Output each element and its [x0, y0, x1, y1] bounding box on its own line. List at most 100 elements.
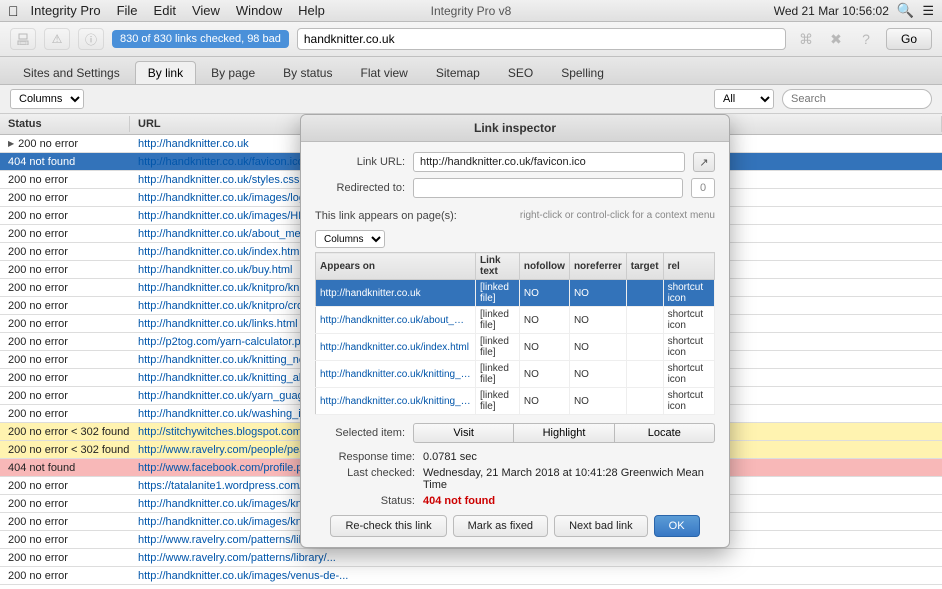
titlebar:  Integrity Pro File Edit View Window He… [0, 0, 942, 22]
redirected-to-value [413, 178, 683, 198]
all-select[interactable]: All [714, 89, 774, 109]
print-button[interactable] [10, 28, 36, 50]
menu-help[interactable]: Help [298, 3, 325, 18]
toolbar-right-icons: ⌘ ✖ ? [794, 28, 878, 50]
sub-td-1: [linked file] [476, 388, 520, 415]
mark-as-fixed-button[interactable]: Mark as fixed [453, 515, 548, 537]
sub-th-linktext: Link text [476, 253, 520, 280]
warning-button[interactable]: ⚠ [44, 28, 70, 50]
tab-by-status[interactable]: By status [270, 61, 345, 84]
action-buttons: Re-check this link Mark as fixed Next ba… [315, 515, 715, 537]
sub-table-row[interactable]: http://handknitter.co.uk/index.html[link… [316, 334, 715, 361]
locate-button[interactable]: Locate [615, 423, 715, 443]
td-status: 200 no error < 302 found [0, 425, 130, 439]
toolbar: ⚠ ⓘ 830 of 830 links checked, 98 bad ⌘ ✖… [0, 22, 942, 57]
td-status: 200 no error [0, 209, 130, 223]
stop-button[interactable]: ✖ [824, 28, 848, 50]
search-input[interactable] [782, 89, 932, 109]
response-time-value: 0.0781 sec [423, 451, 715, 463]
info-button[interactable]: ⓘ [78, 28, 104, 50]
sub-td-1: [linked file] [476, 307, 520, 334]
table-row[interactable]: 200 no errorhttp://handknitter.co.uk/ima… [0, 567, 942, 585]
td-status: 200 no error [0, 353, 130, 367]
datetime-display: Wed 21 Mar 10:56:02 [774, 4, 889, 18]
td-status: 200 no error [0, 533, 130, 547]
sub-td-3: NO [569, 280, 626, 307]
sub-columns-select[interactable]: Columns [315, 230, 385, 248]
tab-sitemap[interactable]: Sitemap [423, 61, 493, 84]
next-bad-link-button[interactable]: Next bad link [554, 515, 648, 537]
recheck-button[interactable]: Re-check this link [330, 515, 446, 537]
sub-table-row[interactable]: http://handknitter.co.uk/knitting_needle… [316, 361, 715, 388]
tab-by-link[interactable]: By link [135, 61, 196, 84]
td-appears [370, 557, 590, 559]
visit-button[interactable]: Visit [413, 423, 514, 443]
td-status: 200 no error [0, 515, 130, 529]
tab-spelling[interactable]: Spelling [548, 61, 617, 84]
sub-table-row[interactable]: http://handknitter.co.uk/about_me.html[l… [316, 307, 715, 334]
table-row[interactable]: 200 no errorhttp://www.ravelry.com/patte… [0, 549, 942, 567]
menu-edit[interactable]: Edit [154, 3, 176, 18]
ok-button[interactable]: OK [654, 515, 700, 537]
sub-td-3: NO [569, 361, 626, 388]
titlebar-left:  Integrity Pro File Edit View Window He… [8, 3, 325, 19]
sub-td-4 [626, 280, 663, 307]
tab-flat-view[interactable]: Flat view [347, 61, 420, 84]
td-status: 200 no error [0, 371, 130, 385]
td-status: 200 no error [0, 551, 130, 565]
menu-window[interactable]: Window [236, 3, 282, 18]
link-url-arrow-button[interactable]: ↗ [693, 152, 715, 172]
menu-view[interactable]: View [192, 3, 220, 18]
last-checked-row: Last checked: Wednesday, 21 March 2018 a… [315, 467, 715, 491]
status-label: Status: [315, 495, 415, 507]
context-hint: right-click or control-click for a conte… [520, 210, 715, 221]
spotlight-icon[interactable]: 🔍 [897, 2, 914, 19]
sub-td-0: http://handknitter.co.uk/index.html [316, 334, 476, 361]
go-button[interactable]: Go [886, 28, 932, 50]
status-row: Status: 404 not found [315, 495, 715, 507]
sub-td-0: http://handknitter.co.uk/knitting_needle… [316, 361, 476, 388]
sub-td-2: NO [519, 307, 569, 334]
sub-td-2: NO [519, 361, 569, 388]
sub-table-row[interactable]: http://handknitter.co.uk/knitting_abbrev… [316, 388, 715, 415]
last-checked-value: Wednesday, 21 March 2018 at 10:41:28 Gre… [423, 467, 715, 491]
highlight-button[interactable]: Highlight [514, 423, 614, 443]
tab-seo[interactable]: SEO [495, 61, 546, 84]
tab-sites-settings[interactable]: Sites and Settings [10, 61, 133, 84]
response-time-row: Response time: 0.0781 sec [315, 451, 715, 463]
sub-td-3: NO [569, 307, 626, 334]
td-status: 200 no error [0, 407, 130, 421]
help-button[interactable]: ? [854, 28, 878, 50]
selected-item-label: Selected item: [315, 427, 405, 439]
td-status: 200 no error [0, 299, 130, 313]
td-status: ▶200 no error [0, 137, 130, 151]
menu-integrity-pro[interactable]: Integrity Pro [31, 3, 101, 18]
url-input[interactable] [297, 28, 786, 50]
link-url-label: Link URL: [315, 156, 405, 168]
sub-td-5: shortcut icon [663, 361, 714, 388]
redirected-to-row: Redirected to: 0 [315, 178, 715, 198]
tab-by-page[interactable]: By page [198, 61, 268, 84]
response-time-label: Response time: [315, 451, 415, 463]
sub-td-5: shortcut icon [663, 334, 714, 361]
sub-td-4 [626, 388, 663, 415]
td-status: 200 no error [0, 263, 130, 277]
sub-table: Appears on Link text nofollow noreferrer… [315, 252, 715, 415]
sub-table-row[interactable]: http://handknitter.co.uk[linked file]NON… [316, 280, 715, 307]
table-row[interactable]: 200 no errorhttp://handknitter.co.uk/ima… [0, 585, 942, 589]
sub-td-4 [626, 334, 663, 361]
sub-td-3: NO [569, 388, 626, 415]
sub-td-2: NO [519, 388, 569, 415]
notification-icon[interactable]: ☰ [922, 3, 934, 19]
sub-th-appears: Appears on [316, 253, 476, 280]
sub-td-5: shortcut icon [663, 280, 714, 307]
td-status: 200 no error [0, 497, 130, 511]
status-badge: 830 of 830 links checked, 98 bad [112, 30, 289, 48]
menu-bar[interactable]: Integrity Pro File Edit View Window Help [31, 3, 325, 18]
sub-td-1: [linked file] [476, 280, 520, 307]
sub-th-noreferrer: noreferrer [569, 253, 626, 280]
td-url: http://handknitter.co.uk/images/venus-de… [130, 569, 370, 583]
columns-select[interactable]: Columns [10, 89, 84, 109]
menu-file[interactable]: File [117, 3, 138, 18]
sub-td-3: NO [569, 334, 626, 361]
